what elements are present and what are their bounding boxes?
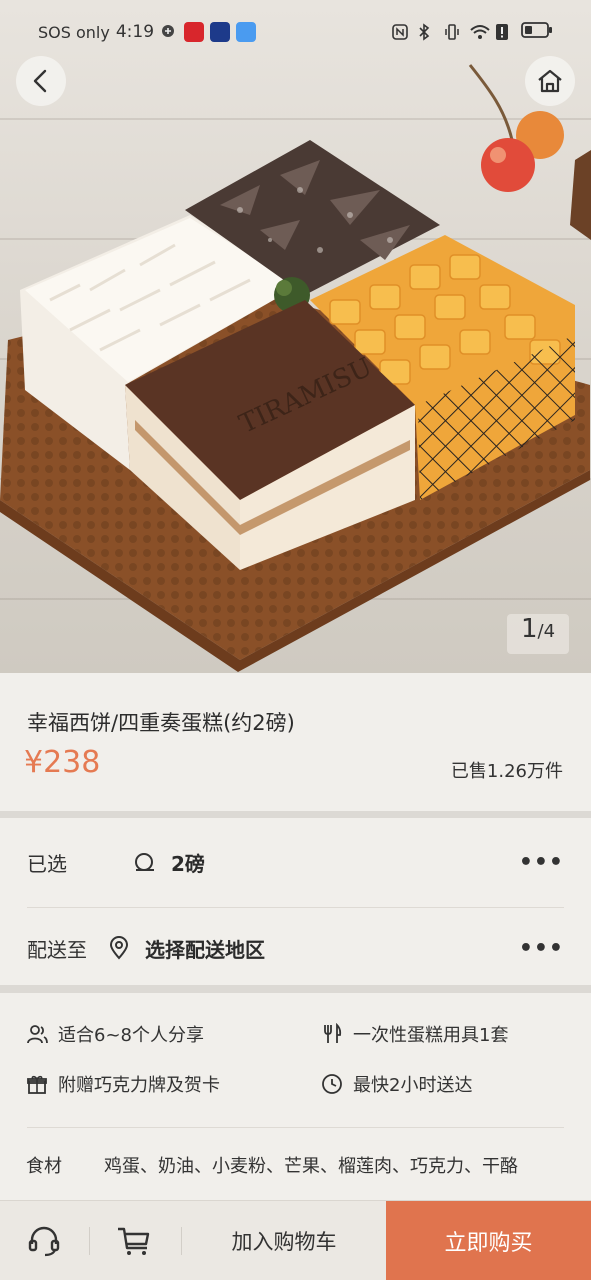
sold-count: 已售1.26万件 (450, 761, 563, 782)
image-page-indicator: 1 / 4 (507, 614, 569, 654)
back-icon (33, 69, 47, 93)
status-bar: SOS only 4:19 (0, 0, 591, 64)
feature-tableware-text: 一次性蛋糕用具1套 (353, 1025, 509, 1046)
selected-value: 2磅 (171, 851, 205, 876)
home-icon (538, 69, 562, 93)
shield-icon (160, 23, 178, 41)
product-price: ¥238 (24, 745, 101, 780)
cake-image: TIRAMISU (0, 64, 591, 672)
delivery-value: 选择配送地区 (145, 937, 265, 962)
customer-service-button[interactable] (24, 1221, 64, 1261)
ingredients-label: 食材 (26, 1156, 62, 1177)
selected-label: 已选 (27, 851, 67, 876)
app-notification-icon (210, 22, 231, 42)
feature-serves-text: 适合6~8个人分享 (58, 1025, 204, 1046)
selection-card: 已选 2磅 ••• 配送至 选择配送地区 ••• (0, 818, 591, 985)
gift-icon (27, 1075, 47, 1094)
feature-serves: 适合6~8个人分享 (26, 1021, 204, 1047)
carrier-text: SOS only (38, 22, 110, 42)
more-icon[interactable]: ••• (519, 936, 564, 961)
back-button[interactable] (16, 56, 66, 106)
battery-icon (521, 21, 553, 43)
alert-icon (495, 23, 513, 41)
buy-now-button[interactable]: 立即购买 (386, 1201, 591, 1280)
row-divider (27, 1127, 564, 1128)
clock-icon (322, 1074, 342, 1094)
section-gap (0, 811, 591, 818)
add-to-cart-button[interactable]: 加入购物车 (182, 1201, 386, 1280)
delivery-location-row[interactable]: 配送至 选择配送地区 ••• (0, 906, 591, 990)
delivery-label: 配送至 (27, 937, 87, 962)
bottom-action-bar: 加入购物车 立即购买 (0, 1200, 591, 1280)
current-image-number: 1 (520, 614, 538, 644)
feature-delivery-time-text: 最快2小时送达 (353, 1075, 473, 1096)
vibrate-icon (443, 23, 461, 41)
nfc-icon (391, 23, 409, 41)
feature-gift-text: 附赠巧克力牌及贺卡 (58, 1075, 220, 1096)
section-gap (0, 985, 591, 993)
home-button[interactable] (525, 56, 575, 106)
feature-delivery-time: 最快2小时送达 (321, 1071, 472, 1097)
ingredients-row: 食材 鸡蛋、奶油、小麦粉、芒果、榴莲肉、巧克力、干酪 (26, 1152, 518, 1178)
app-notification-icon (184, 22, 205, 42)
product-image-gallery[interactable]: TIRAMISU SOS only 4:19 1 / 4 (0, 0, 591, 673)
cake-size-icon (135, 853, 154, 871)
features-card: 适合6~8个人分享 一次性蛋糕用具1套 附赠巧克力牌及贺卡 最快2小时送达 食材… (0, 993, 591, 1200)
feature-tableware: 一次性蛋糕用具1套 (321, 1021, 508, 1047)
more-icon[interactable]: ••• (519, 850, 564, 875)
app-notification-icon (236, 22, 257, 42)
bar-separator (89, 1227, 90, 1255)
total-image-count: 4 (543, 621, 556, 642)
selected-spec-row[interactable]: 已选 2磅 ••• (0, 820, 591, 904)
product-info-card: 幸福西饼/四重奏蛋糕(约2磅) ¥238 已售1.26万件 (0, 673, 591, 811)
location-icon (109, 936, 129, 960)
cart-icon (118, 1227, 150, 1255)
ingredients-value: 鸡蛋、奶油、小麦粉、芒果、榴莲肉、巧克力、干酪 (104, 1156, 518, 1177)
product-title: 幸福西饼/四重奏蛋糕(约2磅) (27, 711, 295, 735)
people-icon (27, 1025, 48, 1044)
utensils-icon (324, 1023, 342, 1043)
cart-button[interactable] (114, 1221, 154, 1261)
clock-text: 4:19 (115, 22, 155, 42)
feature-gift: 附赠巧克力牌及贺卡 (26, 1071, 220, 1097)
wifi-icon (469, 23, 490, 41)
headset-icon (28, 1226, 60, 1257)
bluetooth-icon (417, 23, 435, 41)
